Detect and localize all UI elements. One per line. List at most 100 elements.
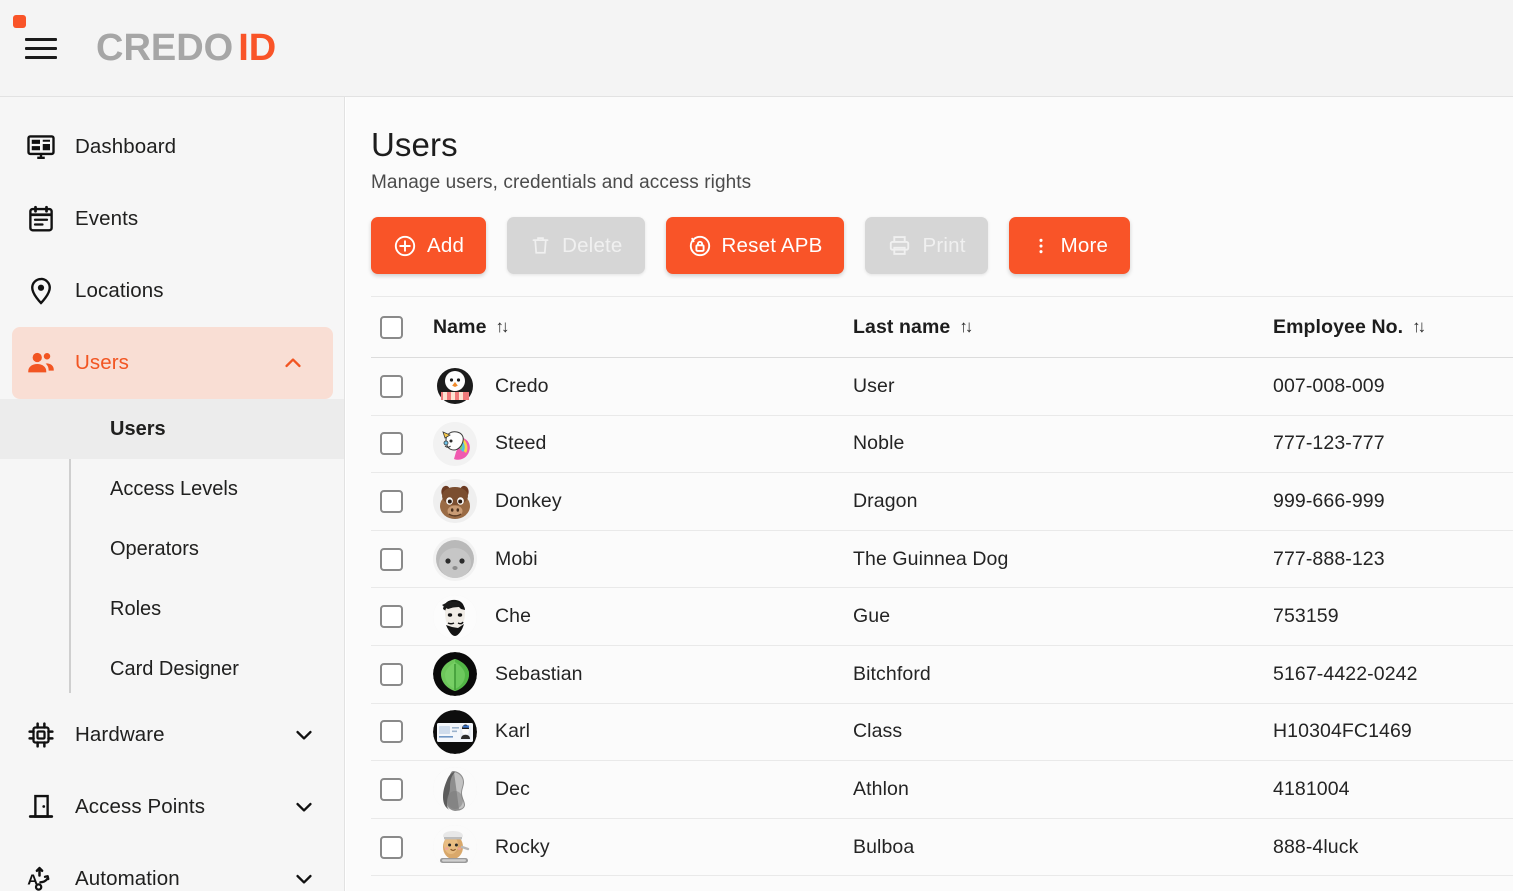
chevron-down-icon[interactable]: [292, 867, 316, 891]
cell-employee-no: 888-4luck: [1273, 835, 1359, 858]
app-header: CREDO ID: [0, 0, 1513, 97]
print-button[interactable]: Print: [865, 217, 988, 274]
row-checkbox[interactable]: [380, 720, 403, 744]
cell-employee-no: 999-666-999: [1273, 489, 1385, 512]
column-header-label: Employee No.: [1273, 315, 1404, 338]
sidebar-item-hardware[interactable]: Hardware: [0, 699, 344, 771]
sidebar-item-locations[interactable]: Locations: [0, 255, 344, 327]
cell-last-name: User: [853, 374, 895, 397]
row-select-cell: [371, 374, 433, 398]
more-button[interactable]: More: [1008, 217, 1131, 274]
sidebar-item-label: Locations: [75, 279, 164, 302]
brand-logo[interactable]: CREDO ID: [13, 15, 277, 70]
sidebar-subitem-label: Access Levels: [110, 477, 238, 500]
row-checkbox[interactable]: [380, 662, 403, 686]
brand-logo-credo: CREDO: [96, 26, 234, 69]
sort-updown-icon[interactable]: ↑↓: [1412, 317, 1426, 337]
add-button[interactable]: Add: [371, 217, 487, 274]
cell-employee-no: 4181004: [1273, 777, 1350, 800]
more-button-label: More: [1060, 233, 1109, 257]
select-all-checkbox[interactable]: [380, 315, 403, 339]
cell-last-name: The Guinnea Dog: [853, 547, 1009, 570]
reset-apb-button[interactable]: Reset APB: [665, 217, 845, 274]
dashboard-icon: [22, 132, 60, 162]
cell-employee-no: 777-123-777: [1273, 432, 1385, 455]
avatar: [433, 652, 477, 697]
page-title: Users: [371, 126, 458, 163]
hamburger-bar-3: [25, 55, 57, 59]
sidebar-item-label: Dashboard: [75, 135, 177, 158]
row-checkbox[interactable]: [380, 777, 403, 801]
cell-name: Mobi: [495, 547, 538, 570]
table-row[interactable]: Credo User 007-008-009: [371, 358, 1513, 416]
calendar-icon: [22, 204, 60, 234]
sidebar-item-users[interactable]: Users: [12, 327, 333, 399]
table-header-row: Name ↑↓ Last name ↑↓ Employee No. ↑↓: [371, 296, 1513, 358]
hamburger-bar-2: [25, 46, 57, 50]
cell-name: Credo: [495, 374, 549, 397]
table-row[interactable]: Karl Class H10304FC1469: [371, 704, 1513, 762]
cell-employee-no: 777-888-123: [1273, 547, 1385, 570]
column-header-employee-no[interactable]: Employee No. ↑↓: [1273, 316, 1513, 339]
row-checkbox[interactable]: [380, 432, 403, 456]
sort-updown-icon[interactable]: ↑↓: [496, 317, 510, 337]
sidebar-subitem-users[interactable]: Users: [0, 399, 344, 459]
sidebar-submenu-users: Users Access Levels Operators Roles Card…: [0, 399, 344, 699]
table-row[interactable]: Steed Noble 777-123-777: [371, 416, 1513, 474]
row-checkbox[interactable]: [380, 547, 403, 571]
chevron-up-icon[interactable]: [281, 351, 305, 375]
hamburger-icon[interactable]: [25, 33, 59, 63]
users-icon: [22, 348, 60, 378]
delete-button[interactable]: Delete: [507, 217, 645, 274]
avatar: [433, 594, 477, 639]
sidebar-subitem-card-designer[interactable]: Card Designer: [0, 639, 344, 699]
sidebar-item-dashboard[interactable]: Dashboard: [0, 111, 344, 183]
column-header-last-name[interactable]: Last name ↑↓: [853, 316, 1273, 339]
brand-logo-dot: [13, 15, 26, 28]
chevron-down-icon[interactable]: [292, 723, 316, 747]
table-row[interactable]: Sebastian Bitchford 5167-4422-0242: [371, 646, 1513, 704]
column-header-label: Last name: [853, 315, 951, 338]
sidebar-item-access-points[interactable]: Access Points: [0, 771, 344, 843]
sidebar-subitem-label: Card Designer: [110, 657, 239, 680]
table-row[interactable]: Mobi The Guinnea Dog 777-888-123: [371, 531, 1513, 589]
row-checkbox[interactable]: [380, 605, 403, 629]
sidebar-subitem-label: Operators: [110, 537, 199, 560]
sidebar-item-events[interactable]: Events: [0, 183, 344, 255]
avatar: [433, 537, 477, 582]
sidebar-item-automation[interactable]: A Automation: [0, 843, 344, 891]
automation-icon: A: [22, 864, 60, 891]
sidebar-subitem-operators[interactable]: Operators: [0, 519, 344, 579]
row-checkbox[interactable]: [380, 835, 403, 859]
column-header-name[interactable]: Name ↑↓: [433, 316, 853, 339]
page-subtitle: Manage users, credentials and access rig…: [371, 172, 752, 193]
sidebar-subitem-access-levels[interactable]: Access Levels: [0, 459, 344, 519]
main-content: Users Manage users, credentials and acce…: [346, 97, 1513, 891]
cell-last-name: Dragon: [853, 489, 918, 512]
sidebar-item-label: Users: [75, 351, 130, 374]
table-row[interactable]: Rocky Bulboa 888-4luck: [371, 819, 1513, 877]
cell-last-name: Class: [853, 720, 903, 743]
chevron-down-icon[interactable]: [292, 795, 316, 819]
table-row[interactable]: Che Gue 753159: [371, 588, 1513, 646]
cell-last-name: Noble: [853, 432, 905, 455]
row-select-cell: [371, 432, 433, 456]
sidebar-item-label: Automation: [75, 867, 180, 890]
sidebar-subitem-label: Users: [110, 417, 166, 440]
brand-logo-id: ID: [238, 26, 277, 69]
row-select-cell: [371, 605, 433, 629]
sidebar-subitem-roles[interactable]: Roles: [0, 579, 344, 639]
table-row[interactable]: Dec Athlon 4181004: [371, 761, 1513, 819]
avatar: [433, 767, 477, 812]
trash-icon: [529, 234, 552, 257]
row-select-cell: [371, 777, 433, 801]
sort-updown-icon[interactable]: ↑↓: [959, 317, 973, 337]
lock-reset-icon: [688, 234, 712, 258]
avatar: [433, 825, 477, 870]
row-checkbox[interactable]: [380, 374, 403, 398]
delete-button-label: Delete: [562, 233, 623, 257]
table-row[interactable]: Donkey Dragon 999-666-999: [371, 473, 1513, 531]
sidebar-item-label: Events: [75, 207, 139, 230]
cell-employee-no: 007-008-009: [1273, 374, 1385, 397]
row-checkbox[interactable]: [380, 489, 403, 513]
